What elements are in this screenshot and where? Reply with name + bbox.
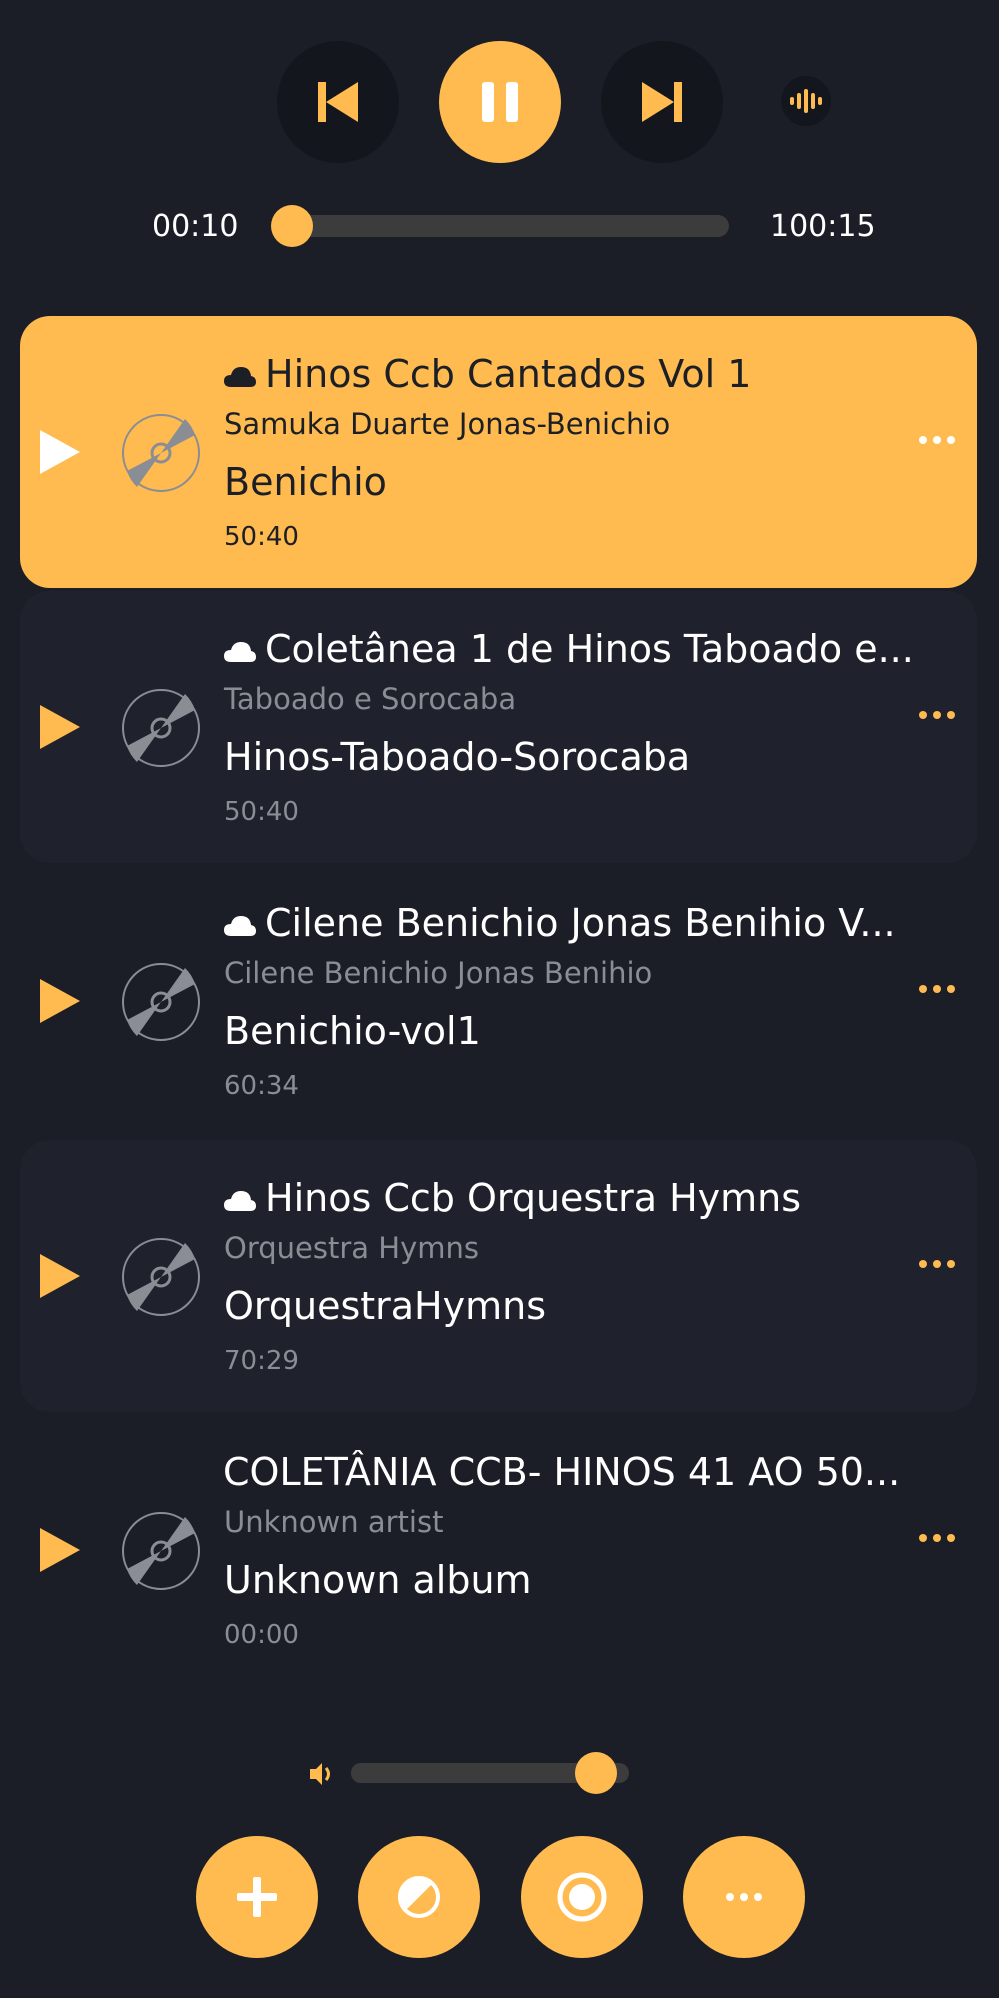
track-title: Coletânea 1 de Hinos Taboado e... [223, 627, 913, 671]
track-album: Hinos-Taboado-Sorocaba [224, 735, 691, 779]
track-title: COLETÂNIA CCB- HINOS 41 AO 50... [223, 1450, 901, 1494]
album-disc-icon [122, 1238, 200, 1316]
track-artist: Samuka Duarte Jonas-Benichio [224, 407, 671, 441]
theme-icon [398, 1876, 440, 1918]
cloud-icon [224, 915, 256, 936]
track-duration: 50:40 [224, 797, 299, 827]
more-options-icon[interactable] [917, 709, 957, 721]
track-title: Hinos Ccb Cantados Vol 1 [223, 352, 751, 396]
cloud-icon [224, 641, 256, 662]
next-button[interactable] [601, 41, 723, 163]
play-icon[interactable] [38, 703, 82, 751]
play-icon[interactable] [38, 428, 82, 476]
track-duration: 60:34 [224, 1071, 299, 1101]
list-item[interactable]: Cilene Benichio Jonas Benihio V... Cilen… [20, 865, 977, 1137]
record-icon [557, 1872, 607, 1922]
album-disc-icon [122, 689, 200, 767]
seek-handle[interactable] [271, 205, 313, 247]
track-artist: Taboado e Sorocaba [224, 682, 517, 716]
record-button[interactable] [521, 1836, 643, 1958]
track-artist: Unknown artist [224, 1505, 444, 1539]
elapsed-time: 00:10 [152, 209, 239, 244]
more-button[interactable] [683, 1836, 805, 1958]
play-icon[interactable] [38, 977, 82, 1025]
track-title: Cilene Benichio Jonas Benihio V... [223, 901, 896, 945]
track-title: Hinos Ccb Orquestra Hymns [223, 1176, 801, 1220]
volume-icon [310, 1763, 330, 1785]
album-disc-icon [122, 963, 200, 1041]
track-album: OrquestraHymns [224, 1284, 547, 1328]
list-item[interactable]: COLETÂNIA CCB- HINOS 41 AO 50... Unknown… [20, 1414, 977, 1686]
more-options-icon[interactable] [917, 1532, 957, 1544]
pause-button[interactable] [439, 41, 561, 163]
equalizer-icon [790, 89, 822, 113]
seek-bar[interactable] [272, 215, 729, 237]
add-button[interactable] [196, 1836, 318, 1958]
play-icon[interactable] [38, 1252, 82, 1300]
track-album: Unknown album [224, 1558, 532, 1602]
cloud-icon [224, 366, 256, 387]
more-options-icon[interactable] [917, 983, 957, 995]
volume-handle[interactable] [575, 1752, 618, 1794]
theme-button[interactable] [358, 1836, 480, 1958]
previous-button[interactable] [277, 41, 399, 163]
skip-previous-icon [318, 82, 358, 122]
list-item[interactable]: Coletânea 1 de Hinos Taboado e... Taboad… [20, 591, 977, 863]
album-disc-icon [122, 1512, 200, 1590]
equalizer-button[interactable] [781, 76, 831, 126]
list-item[interactable]: Hinos Ccb Cantados Vol 1 Samuka Duarte J… [20, 316, 977, 588]
more-options-icon[interactable] [917, 434, 957, 446]
pause-icon [482, 82, 518, 122]
track-album: Benichio-vol1 [224, 1009, 481, 1053]
track-duration: 70:29 [224, 1346, 299, 1376]
add-icon [237, 1877, 277, 1917]
play-icon[interactable] [38, 1526, 82, 1574]
more-options-icon[interactable] [917, 1258, 957, 1270]
track-artist: Orquestra Hymns [224, 1231, 479, 1265]
list-item[interactable]: Hinos Ccb Orquestra Hymns Orquestra Hymn… [20, 1140, 977, 1412]
track-duration: 50:40 [224, 522, 299, 552]
track-album: Benichio [224, 460, 387, 504]
track-duration: 00:00 [224, 1620, 299, 1650]
total-time: 100:15 [770, 209, 876, 244]
cloud-icon [224, 1190, 256, 1211]
skip-next-icon [642, 82, 682, 122]
more-icon [726, 1893, 762, 1901]
album-disc-icon [122, 414, 200, 492]
track-artist: Cilene Benichio Jonas Benihio [224, 956, 653, 990]
